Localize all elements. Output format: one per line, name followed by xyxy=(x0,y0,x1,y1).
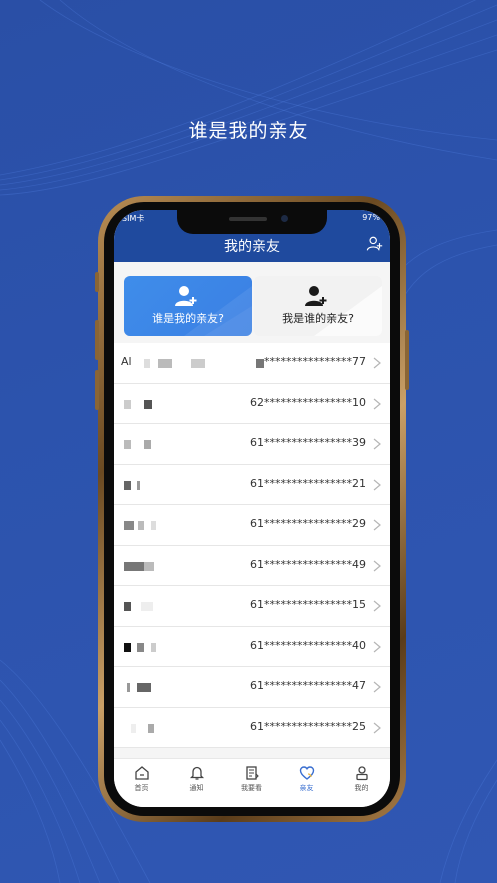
contact-name-redacted xyxy=(121,640,261,652)
nav-home[interactable]: 首页 xyxy=(114,765,169,805)
relation-tabs: 谁是我的亲友? 我是谁的亲友? xyxy=(124,276,382,336)
list-item[interactable]: 61****************47 xyxy=(114,667,390,708)
carrier-label: SIM卡 xyxy=(122,214,145,223)
list-item[interactable]: 61****************40 xyxy=(114,626,390,667)
chevron-right-icon xyxy=(373,722,381,733)
add-user-icon[interactable] xyxy=(366,235,384,253)
list-item[interactable]: 61****************49 xyxy=(114,545,390,586)
phone-power-button xyxy=(405,330,409,390)
contact-phone: 61****************49 xyxy=(250,557,366,571)
nav-watch[interactable]: 我要看 xyxy=(224,765,279,805)
tab-whose-friend-am-i[interactable]: 我是谁的亲友? xyxy=(254,276,382,336)
contact-name-redacted xyxy=(121,437,261,449)
contact-name-redacted xyxy=(121,397,261,409)
list-item[interactable]: 61****************39 xyxy=(114,424,390,465)
contact-name-redacted xyxy=(121,518,261,530)
chevron-right-icon xyxy=(373,641,381,652)
chevron-right-icon xyxy=(373,519,381,531)
list-item[interactable]: 61****************29 xyxy=(114,505,390,546)
bottom-nav: 首页 通知 我要看 亲友 我的 xyxy=(114,758,390,807)
nav-label: 我要看 xyxy=(241,784,262,792)
contact-phone: 61****************15 xyxy=(250,598,366,611)
phone-notch xyxy=(177,210,327,234)
chevron-right-icon xyxy=(373,600,381,612)
contact-phone: 61****************47 xyxy=(250,679,366,692)
contact-phone: 61****************40 xyxy=(250,638,366,652)
contact-phone: 62****************10 xyxy=(250,395,366,409)
bell-icon xyxy=(189,766,204,780)
nav-label: 通知 xyxy=(189,784,204,792)
list-item[interactable]: 61****************21 xyxy=(114,464,390,505)
tab-label: 谁是我的亲友? xyxy=(152,312,224,325)
tab-who-are-my-friends[interactable]: 谁是我的亲友? xyxy=(124,276,252,336)
chevron-right-icon xyxy=(373,398,381,409)
nav-label: 亲友 xyxy=(299,784,314,792)
contact-phone: 61****************39 xyxy=(250,436,366,449)
contact-name-redacted xyxy=(121,356,264,368)
contact-list: Al ****************77 62****************… xyxy=(114,343,390,748)
headline: 谁是我的亲友 xyxy=(188,120,309,142)
contact-phone: 61****************21 xyxy=(250,476,366,490)
list-item[interactable]: 61****************15 xyxy=(114,586,390,627)
person-icon xyxy=(355,766,368,781)
contact-name-redacted xyxy=(121,478,261,490)
phone-volume-up xyxy=(95,320,99,360)
nav-profile[interactable]: 我的 xyxy=(334,765,389,805)
contact-phone: 61****************25 xyxy=(250,719,366,733)
chevron-right-icon xyxy=(373,681,381,693)
phone-mute-switch xyxy=(95,272,99,292)
contact-phone: 61****************29 xyxy=(250,517,366,530)
nav-label: 我的 xyxy=(354,784,369,792)
battery-label: 97% xyxy=(362,213,380,222)
nav-label: 首页 xyxy=(134,784,149,792)
chevron-right-icon xyxy=(373,479,381,490)
add-user-icon xyxy=(305,286,327,306)
contact-name-redacted xyxy=(121,721,261,733)
nav-friends[interactable]: 亲友 xyxy=(279,765,334,805)
add-user-icon xyxy=(175,286,197,306)
phone-screen: SIM卡 97% 我的亲友 谁是我的亲友? 我是谁的亲友? Al *******… xyxy=(114,210,390,807)
page-title: 我的亲友 xyxy=(224,239,280,255)
contact-name-redacted xyxy=(121,559,261,571)
heart-icon xyxy=(299,766,314,780)
list-item[interactable]: 62****************10 xyxy=(114,383,390,424)
phone-volume-down xyxy=(95,370,99,410)
tab-label: 我是谁的亲友? xyxy=(282,312,354,325)
chevron-right-icon xyxy=(373,560,381,571)
list-item[interactable]: Al ****************77 xyxy=(114,343,390,384)
nav-notifications[interactable]: 通知 xyxy=(169,765,224,805)
list-item[interactable]: 61****************25 xyxy=(114,707,390,748)
app-bar: SIM卡 97% 我的亲友 xyxy=(114,210,390,262)
contact-phone: ****************77 xyxy=(264,355,366,368)
chevron-right-icon xyxy=(373,357,381,369)
contact-name-redacted xyxy=(121,680,261,692)
document-icon xyxy=(245,766,259,780)
home-icon xyxy=(134,766,149,780)
contact-name-redacted xyxy=(121,599,261,611)
chevron-right-icon xyxy=(373,438,381,450)
